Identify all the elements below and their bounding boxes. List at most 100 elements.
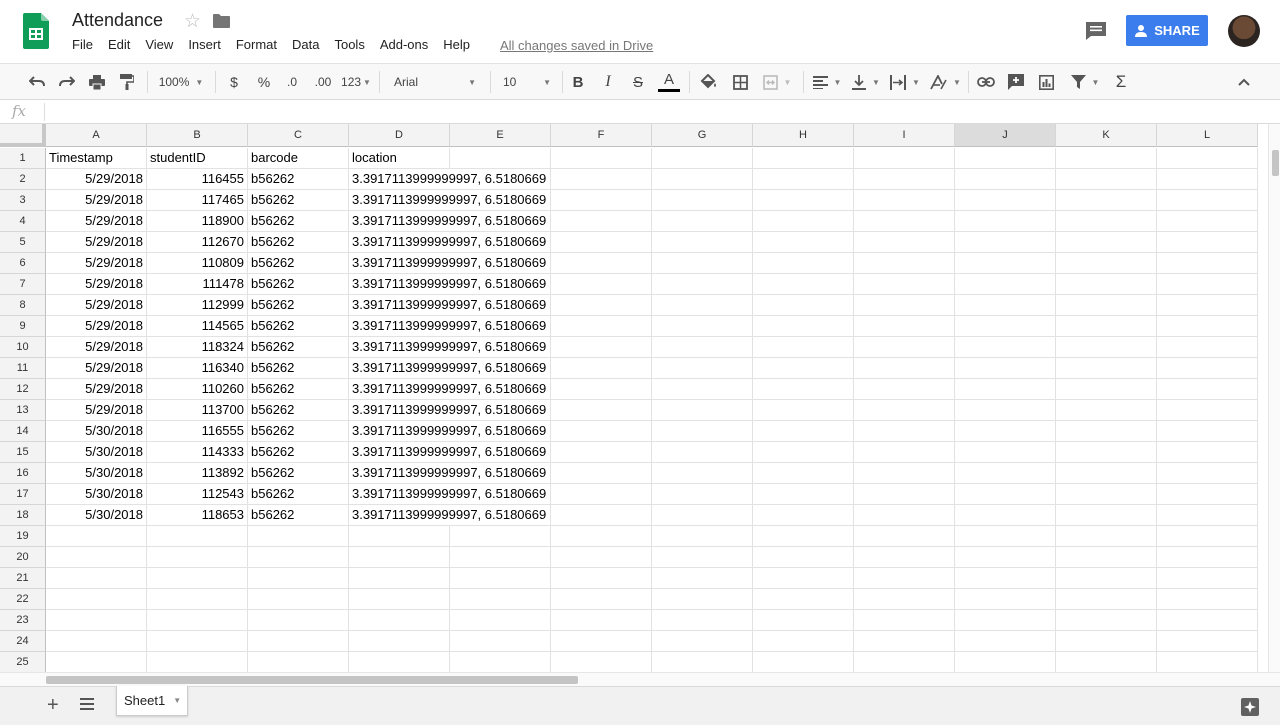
cell-f4[interactable] — [551, 211, 652, 232]
cell-i17[interactable] — [854, 484, 955, 505]
cell-h18[interactable] — [753, 505, 854, 526]
data-cell[interactable]: 116555 — [147, 421, 248, 442]
menu-format[interactable]: Format — [236, 37, 277, 52]
cell-j18[interactable] — [955, 505, 1056, 526]
column-header-l[interactable]: L — [1157, 124, 1258, 147]
cell-j23[interactable] — [955, 610, 1056, 631]
cell-d21[interactable] — [349, 568, 450, 589]
data-cell[interactable]: b56262 — [248, 379, 349, 400]
data-cell[interactable]: 116455 — [147, 169, 248, 190]
cell-i12[interactable] — [854, 379, 955, 400]
cell-k17[interactable] — [1056, 484, 1157, 505]
collapse-toolbar-icon[interactable] — [1234, 64, 1254, 100]
data-cell[interactable]: 5/29/2018 — [46, 274, 147, 295]
cell-j22[interactable] — [955, 589, 1056, 610]
horizontal-scroll-thumb[interactable] — [46, 676, 578, 684]
data-cell[interactable]: 5/30/2018 — [46, 484, 147, 505]
cell-e23[interactable] — [450, 610, 551, 631]
comments-icon[interactable] — [1085, 21, 1107, 41]
cell-g20[interactable] — [652, 547, 753, 568]
cell-i8[interactable] — [854, 295, 955, 316]
sheet-tab[interactable]: Sheet1 ▼ — [116, 686, 188, 716]
cell-i13[interactable] — [854, 400, 955, 421]
cell-l14[interactable] — [1157, 421, 1258, 442]
cell-e1[interactable] — [450, 148, 551, 169]
data-cell[interactable]: 5/30/2018 — [46, 421, 147, 442]
data-cell[interactable]: 5/30/2018 — [46, 463, 147, 484]
row-header-17[interactable]: 17 — [0, 484, 46, 505]
data-cell[interactable]: 118900 — [147, 211, 248, 232]
data-cell[interactable]: 110260 — [147, 379, 248, 400]
data-cell[interactable]: 5/29/2018 — [46, 400, 147, 421]
cell-j1[interactable] — [955, 148, 1056, 169]
vertical-align-icon[interactable]: ▼ — [849, 64, 883, 100]
cell-d24[interactable] — [349, 631, 450, 652]
column-header-i[interactable]: I — [854, 124, 955, 147]
cell-l6[interactable] — [1157, 253, 1258, 274]
cell-k6[interactable] — [1056, 253, 1157, 274]
row-header-9[interactable]: 9 — [0, 316, 46, 337]
cell-j21[interactable] — [955, 568, 1056, 589]
cell-j16[interactable] — [955, 463, 1056, 484]
cell-g17[interactable] — [652, 484, 753, 505]
data-cell[interactable]: b56262 — [248, 337, 349, 358]
vertical-scroll-thumb[interactable] — [1272, 150, 1279, 176]
cell-k20[interactable] — [1056, 547, 1157, 568]
percent-format-button[interactable]: % — [253, 64, 275, 100]
column-header-b[interactable]: B — [147, 124, 248, 147]
data-cell[interactable]: 3.3917113999999997, 6.5180669 — [349, 274, 546, 295]
cell-j3[interactable] — [955, 190, 1056, 211]
cell-i14[interactable] — [854, 421, 955, 442]
cell-k1[interactable] — [1056, 148, 1157, 169]
cell-f6[interactable] — [551, 253, 652, 274]
insert-link-icon[interactable] — [975, 64, 997, 100]
data-cell[interactable]: 112670 — [147, 232, 248, 253]
data-cell[interactable]: 111478 — [147, 274, 248, 295]
cell-l21[interactable] — [1157, 568, 1258, 589]
menu-addons[interactable]: Add-ons — [380, 37, 428, 52]
cell-i16[interactable] — [854, 463, 955, 484]
cell-h7[interactable] — [753, 274, 854, 295]
data-cell[interactable]: b56262 — [248, 400, 349, 421]
data-cell[interactable]: 110809 — [147, 253, 248, 274]
data-cell[interactable]: b56262 — [248, 295, 349, 316]
row-header-3[interactable]: 3 — [0, 190, 46, 211]
cell-h1[interactable] — [753, 148, 854, 169]
cell-a20[interactable] — [46, 547, 147, 568]
cell-i5[interactable] — [854, 232, 955, 253]
cell-i20[interactable] — [854, 547, 955, 568]
cell-l25[interactable] — [1157, 652, 1258, 672]
cell-h15[interactable] — [753, 442, 854, 463]
cell-c24[interactable] — [248, 631, 349, 652]
cell-g23[interactable] — [652, 610, 753, 631]
row-header-24[interactable]: 24 — [0, 631, 46, 652]
cell-b22[interactable] — [147, 589, 248, 610]
cell-a19[interactable] — [46, 526, 147, 547]
cell-l1[interactable] — [1157, 148, 1258, 169]
share-button[interactable]: SHARE — [1126, 15, 1208, 46]
cell-l3[interactable] — [1157, 190, 1258, 211]
cell-g10[interactable] — [652, 337, 753, 358]
cell-h11[interactable] — [753, 358, 854, 379]
formula-input[interactable] — [50, 104, 1250, 121]
cell-f17[interactable] — [551, 484, 652, 505]
row-header-13[interactable]: 13 — [0, 400, 46, 421]
row-header-11[interactable]: 11 — [0, 358, 46, 379]
text-wrapping-icon[interactable]: ▼ — [888, 64, 922, 100]
cell-g21[interactable] — [652, 568, 753, 589]
cell-f19[interactable] — [551, 526, 652, 547]
cell-l18[interactable] — [1157, 505, 1258, 526]
cell-k16[interactable] — [1056, 463, 1157, 484]
column-header-f[interactable]: F — [551, 124, 652, 147]
cell-f1[interactable] — [551, 148, 652, 169]
data-cell[interactable]: 5/29/2018 — [46, 169, 147, 190]
cell-g8[interactable] — [652, 295, 753, 316]
row-header-6[interactable]: 6 — [0, 253, 46, 274]
cell-g24[interactable] — [652, 631, 753, 652]
cell-i6[interactable] — [854, 253, 955, 274]
cell-l23[interactable] — [1157, 610, 1258, 631]
cell-i2[interactable] — [854, 169, 955, 190]
data-cell[interactable]: 5/29/2018 — [46, 358, 147, 379]
cell-j2[interactable] — [955, 169, 1056, 190]
cell-h23[interactable] — [753, 610, 854, 631]
